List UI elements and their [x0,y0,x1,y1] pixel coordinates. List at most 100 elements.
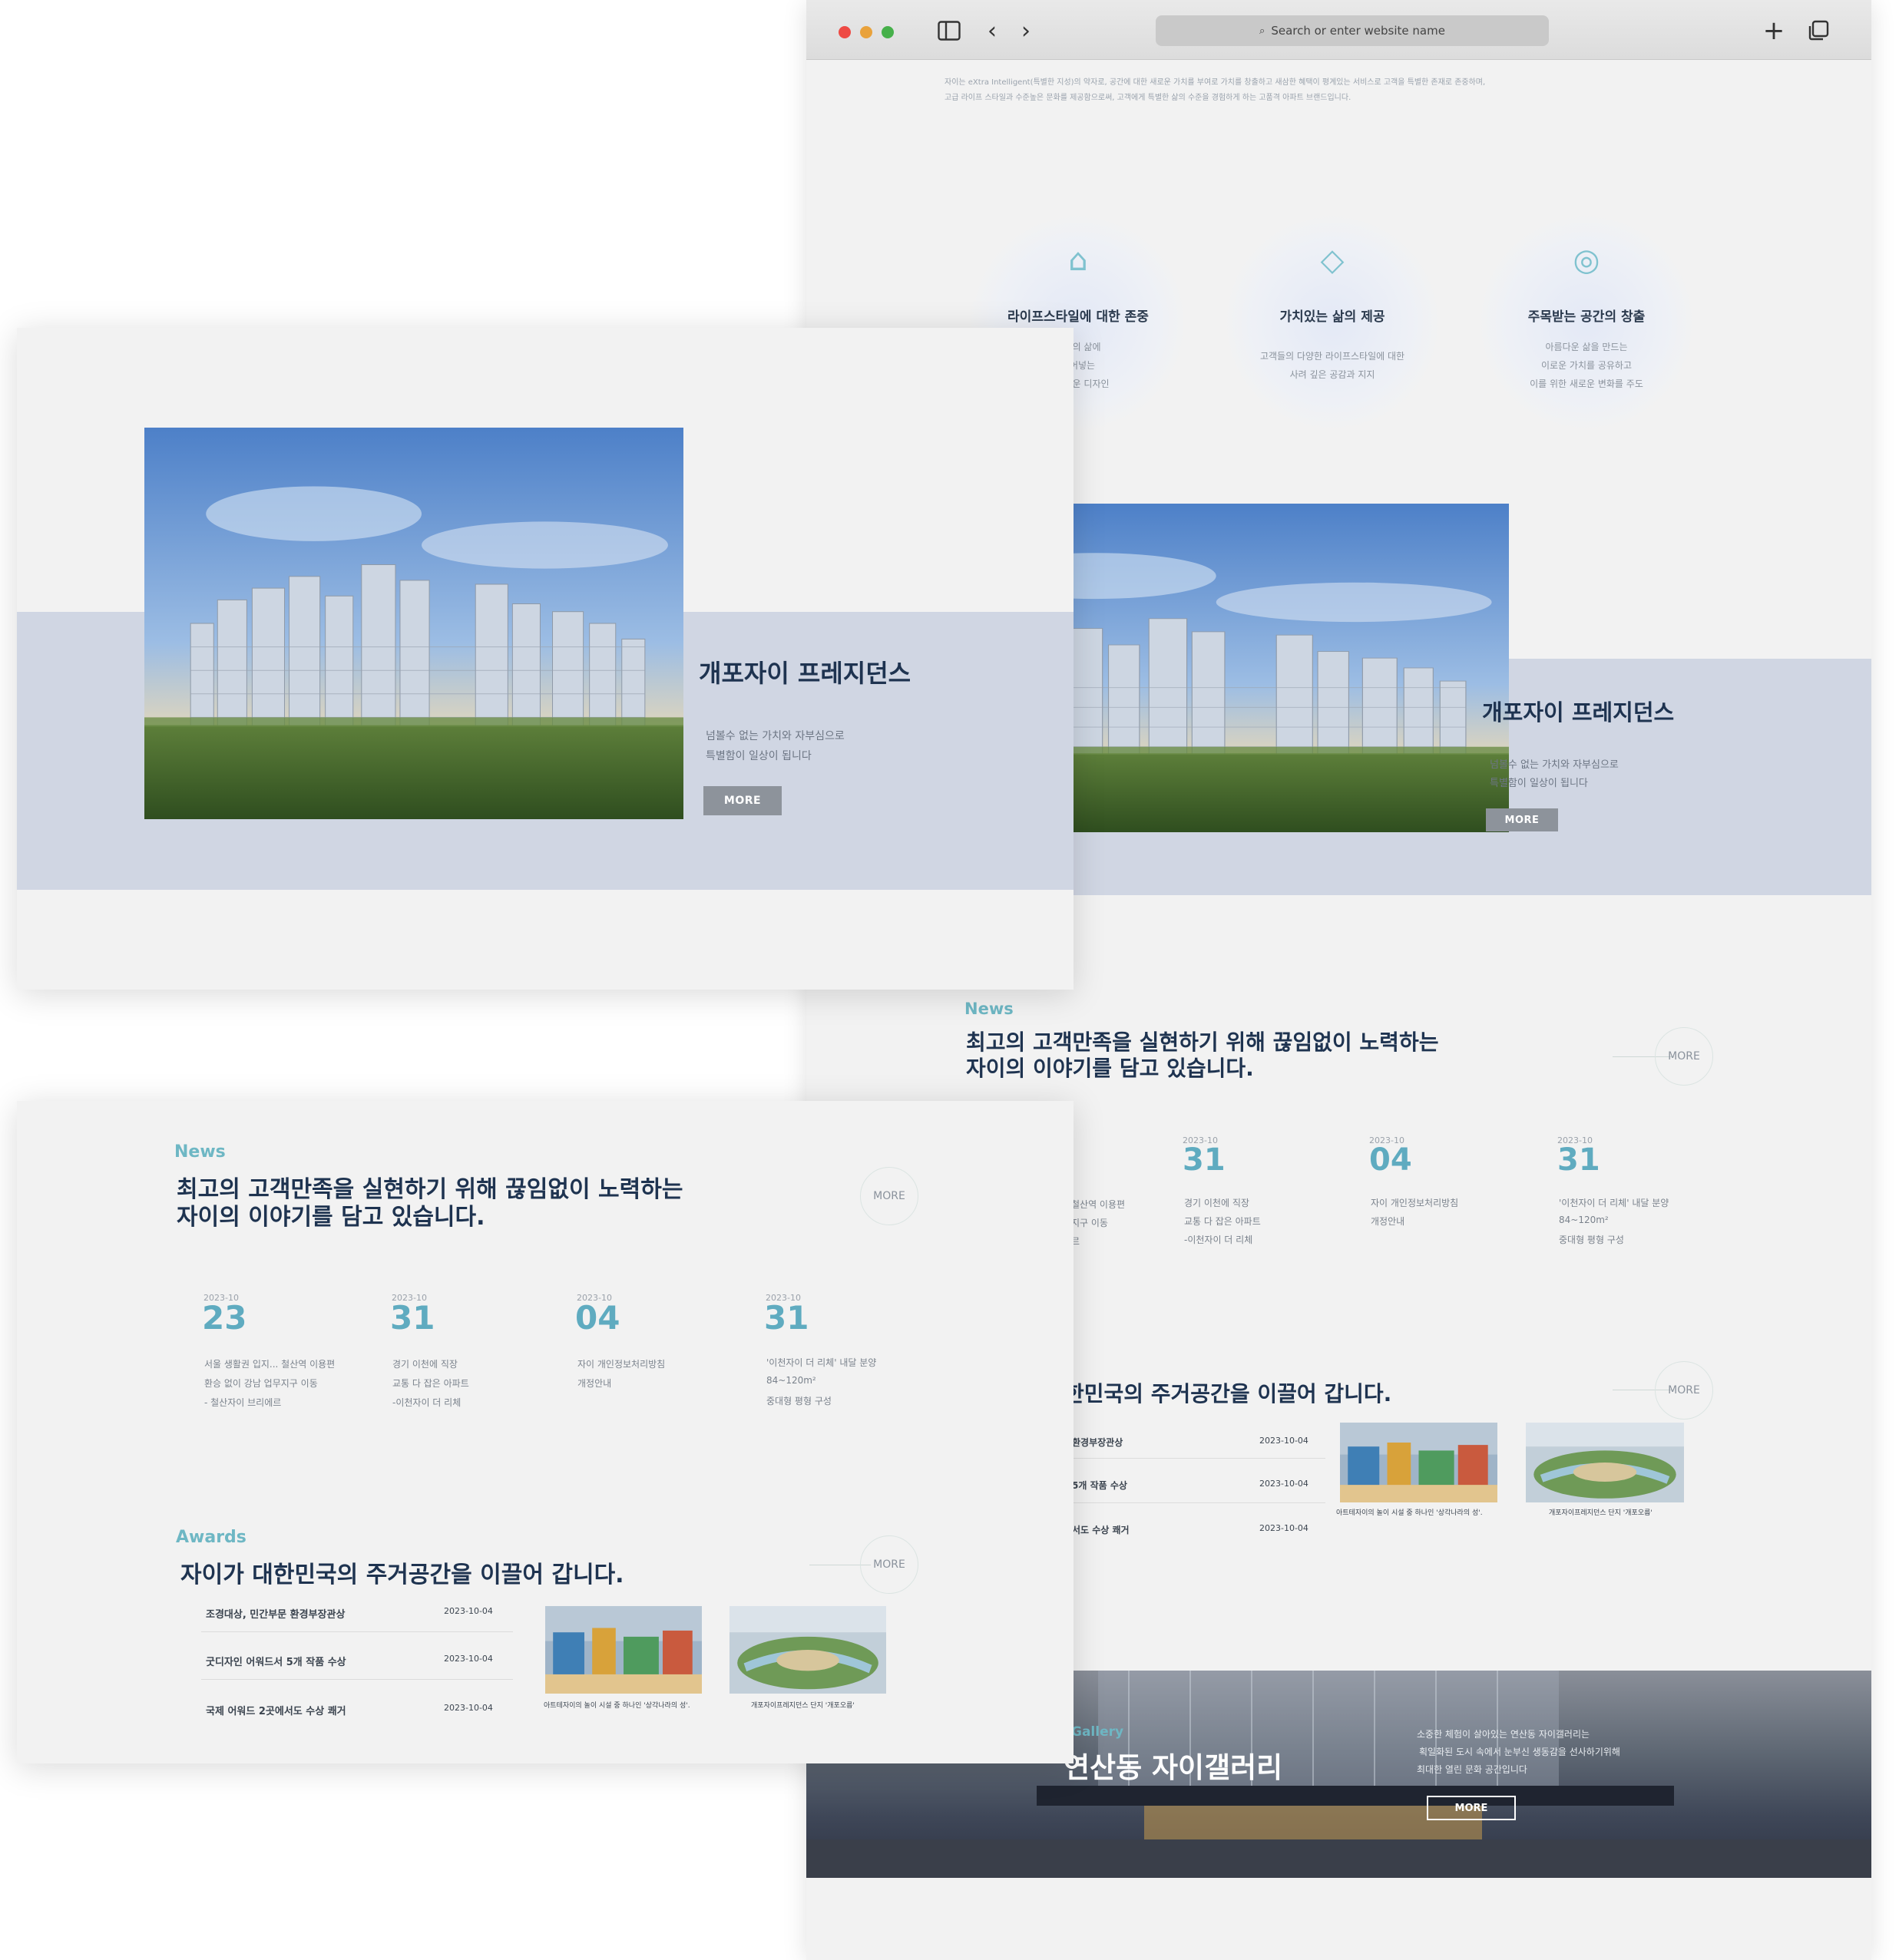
news-item-line: -이천자이 더 리체 [1184,1235,1253,1245]
hero-desc-line: 특별함이 일상이 됩니다 [1490,778,1588,789]
news-item-day[interactable]: 04 [575,1299,620,1337]
news-item-line: 교통 다 잡은 아파트 [392,1378,469,1389]
feature-card: ◎ 주목받는 공간의 창출 아름다운 삶을 만드는 이로운 가치를 공유하고 이… [1479,215,1694,430]
feature-title: 주목받는 공간의 창출 [1527,309,1646,325]
intro-text-line: 고급 라이프 스타일과 수준높은 문화를 제공함으로써, 고객에게 특별한 삶의… [945,94,1351,102]
browser-toolbar: ‹ › ⌕ Search or enter website name + [806,0,1871,60]
hero-more-button[interactable]: MORE [1486,808,1558,831]
hero-title: 개포자이 프레지던스 [1482,699,1675,725]
search-icon: ⌕ [1259,25,1265,37]
garden-photo[interactable] [729,1606,886,1694]
award-date: 2023-10-04 [1259,1479,1308,1489]
news-item-fragment: 지구 이동 [1071,1218,1108,1228]
hero-desc-line: 특별함이 일상이 됩니다 [706,750,812,762]
playground-photo[interactable] [1340,1423,1497,1502]
award-title: 국제 어워드 2곳에서도 수상 쾌거 [206,1706,346,1717]
feature-desc-line: 이로운 가치를 공유하고 [1540,360,1633,371]
news-item-day[interactable]: 31 [1183,1142,1226,1178]
news-item-line: 중대형 평형 구성 [1559,1235,1624,1245]
awards-heading: 한민국의 주거공간을 이끌어 갑니다. [1064,1381,1392,1406]
awards-heading: 자이가 대한민국의 주거공간을 이끌어 갑니다. [180,1562,624,1588]
award-photo-caption: 아트테자이의 놀이 시설 중 하나인 '상각나라의 성'. [544,1702,690,1710]
garden-photo[interactable] [1526,1423,1684,1502]
feature-card: ◇ 가치있는 삶의 제공 고객들의 다양한 라이프스타일에 대한 사려 깊은 공… [1225,215,1440,430]
news-item-line: 84~120m² [766,1375,816,1386]
award-row[interactable]: 국제 어워드 2곳에서도 수상 쾌거 2023-10-04 [201,1700,513,1729]
address-bar-placeholder: Search or enter website name [1271,24,1445,38]
award-title: 5개 작품 수상 [1072,1480,1127,1491]
news-item-day[interactable]: 31 [764,1299,809,1337]
award-row[interactable]: 조경대상, 민간부문 환경부장관상 2023-10-04 [201,1603,513,1632]
award-row[interactable]: 서도 수상 쾌거 2023-10-04 [1067,1522,1325,1548]
award-date: 2023-10-04 [444,1654,493,1664]
close-window-button[interactable] [839,26,851,38]
feature-desc: 고객들의 다양한 라이프스타일에 대한 사려 깊은 공감과 지지 [1256,347,1409,384]
gallery-desc-line: 획일화된 도시 속에서 눈부신 생동감을 선사하기위해 [1419,1747,1620,1757]
news-item-line: '이천자이 더 리체' 내달 분양 [766,1357,877,1368]
feature-title: 가치있는 삶의 제공 [1279,309,1385,325]
news-item-line: 서울 생활권 입지... 철산역 이용편 [204,1359,336,1370]
news-heading-line: 자이의 이야기를 담고 있습니다. [177,1204,485,1231]
feature-desc-line: 고객들의 다양한 라이프스타일에 대한 [1259,351,1405,362]
news-item-line: '이천자이 더 리체' 내달 분양 [1559,1198,1669,1208]
address-bar[interactable]: ⌕ Search or enter website name [1156,15,1549,46]
sidebar-toggle-icon[interactable] [935,17,963,45]
award-row[interactable]: 5개 작품 수상 2023-10-04 [1067,1477,1325,1503]
diamond-icon: ◇ [1320,243,1345,278]
feature-desc-line: 아름다운 삶을 만드는 [1545,342,1628,352]
award-photo-caption: 아트테자이의 놀이 시설 중 하나인 '상각나라의 성'. [1336,1509,1483,1517]
tab-overview-icon[interactable] [1805,17,1832,45]
feature-desc-line: 이를 위한 새로운 변화를 주도 [1530,378,1643,389]
news-more-button[interactable]: MORE [860,1167,918,1225]
forward-icon[interactable]: › [1012,17,1040,45]
award-row[interactable]: 굿디자인 어워드서 5개 작품 수상 2023-10-04 [201,1651,513,1680]
news-item-line: 중대형 평형 구성 [766,1396,832,1406]
award-date: 2023-10-04 [444,1703,493,1713]
news-item-line: - 철산자이 브리에르 [204,1397,282,1408]
news-item-day[interactable]: 23 [202,1299,246,1337]
award-title: 환경부장관상 [1072,1437,1123,1448]
award-date: 2023-10-04 [1259,1523,1308,1533]
news-section-label: News [174,1142,226,1162]
gallery-desc-line: 소중한 체험이 살아있는 연산동 자이갤러리는 [1417,1729,1590,1740]
zoom-window-button[interactable] [882,26,894,38]
playground-photo[interactable] [545,1606,702,1694]
news-heading-line: 자이의 이야기를 담고 있습니다. [966,1056,1254,1081]
news-item-line: 환승 없이 강남 업무지구 이동 [204,1378,318,1389]
hero-desc-line: 넘볼수 없는 가치와 자부심으로 [706,730,845,742]
hand-house-icon: ⌂ [1068,243,1088,278]
award-date: 2023-10-04 [1259,1436,1308,1446]
power-circle-icon: ◎ [1573,243,1600,278]
news-more-button[interactable]: MORE [1655,1027,1713,1086]
news-item-day[interactable]: 04 [1369,1142,1412,1178]
apartment-photo [144,428,683,819]
hero-title: 개포자이 프레지던스 [699,659,911,688]
feature-desc: 아름다운 삶을 만드는 이로운 가치를 공유하고 이를 위한 새로운 변화를 주… [1510,338,1663,393]
award-photo-caption: 개포자이프레지던스 단지 '개포오름' [1549,1509,1653,1517]
minimize-window-button[interactable] [860,26,872,38]
back-icon[interactable]: ‹ [978,17,1006,45]
hero-panel: 개포자이 프레지던스 넘볼수 없는 가치와 자부심으로 특별함이 일상이 됩니다… [17,328,1074,990]
gallery-label: Gallery [1071,1724,1124,1740]
news-awards-panel: News 최고의 고객만족을 실현하기 위해 끊임없이 노력하는 자이의 이야기… [17,1101,1074,1763]
awards-more-button[interactable]: MORE [1655,1361,1713,1420]
news-item-day[interactable]: 31 [390,1299,435,1337]
news-item-line: 개정안내 [1371,1216,1405,1227]
award-row[interactable]: 환경부장관상 2023-10-04 [1067,1434,1325,1459]
gallery-more-button[interactable]: MORE [1427,1796,1516,1820]
award-title: 서도 수상 쾌거 [1072,1525,1130,1535]
news-item-line: 84~120m² [1559,1215,1609,1225]
feature-title: 라이프스타일에 대한 존중 [1007,309,1149,325]
award-title: 굿디자인 어워드서 5개 작품 수상 [206,1657,346,1668]
new-tab-icon[interactable]: + [1760,15,1788,46]
hero-desc-line: 넘볼수 없는 가치와 자부심으로 [1490,759,1619,771]
news-item-line: 경기 이천에 직장 [1184,1198,1249,1208]
intro-text-line: 자이는 eXtra Intelligent(특별한 지성)의 약자로, 공간에 … [945,78,1486,87]
award-photo-caption: 개포자이프레지던스 단지 '개포오름' [751,1702,855,1710]
awards-more-button[interactable]: MORE [860,1535,918,1594]
awards-section-label: Awards [176,1528,246,1547]
hero-more-button[interactable]: MORE [703,786,782,815]
news-item-line: 교통 다 잡은 아파트 [1184,1216,1261,1227]
news-item-day[interactable]: 31 [1557,1142,1600,1178]
news-item-fragment: 철산역 이용편 [1071,1199,1126,1210]
